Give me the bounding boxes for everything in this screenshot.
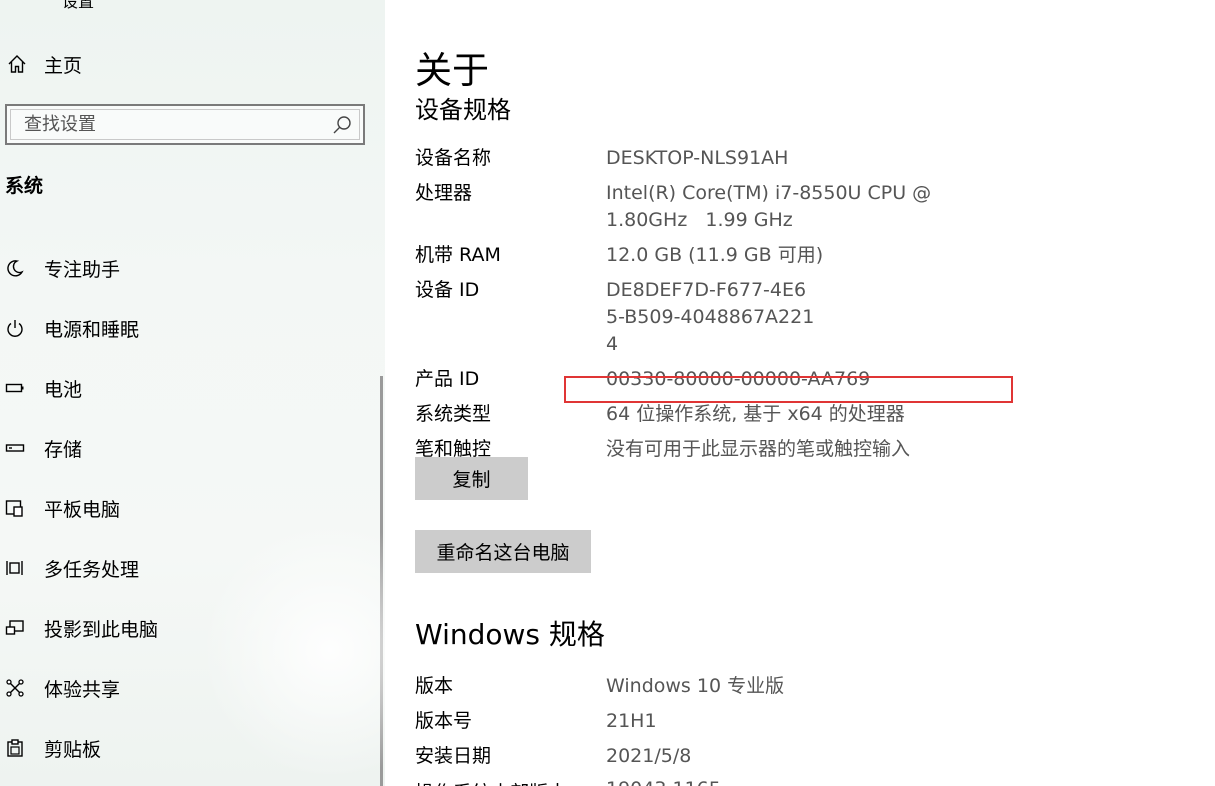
spec-key: 版本: [415, 675, 454, 697]
spec-row-edition: 版本 Windows 10 专业版: [415, 673, 1115, 700]
spec-value: Windows 10 专业版: [606, 675, 785, 697]
project-icon: [4, 617, 26, 639]
sidebar-item-home[interactable]: 主页: [6, 50, 82, 78]
spec-row-processor: 处理器 Intel(R) Core(TM) i7-8550U CPU @ 1.8…: [415, 180, 1115, 234]
sidebar-item-project[interactable]: 投影到此电脑: [0, 598, 380, 658]
spec-key: 设备 ID: [415, 279, 480, 301]
home-icon: [6, 53, 28, 75]
spec-row-install-date: 安装日期 2021/5/8: [415, 743, 1115, 770]
sidebar-item-shared-experiences[interactable]: 体验共享: [0, 658, 380, 718]
spec-value: 64 位操作系统, 基于 x64 的处理器: [606, 403, 905, 425]
sidebar-item-focus-assist[interactable]: 专注助手: [0, 238, 380, 298]
spec-value: 12.0 GB (11.9 GB 可用): [606, 244, 824, 266]
nav-list: 专注助手 电源和睡眠 电池 存储 平板电脑 多任务处理 投影到此电脑 体验共享 …: [0, 238, 380, 778]
windows-specs-heading: Windows 规格: [415, 618, 605, 651]
sidebar-item-tablet[interactable]: 平板电脑: [0, 478, 380, 538]
sidebar-item-label: 存储: [44, 438, 83, 461]
spec-key: 操作系统内部版本: [415, 782, 567, 786]
clipboard-icon: [4, 737, 26, 759]
spec-key: 系统类型: [415, 403, 492, 425]
search-input[interactable]: [24, 114, 331, 135]
settings-window: 设置 主页 系统 专注助手: [0, 0, 1215, 786]
multitask-icon: [4, 557, 26, 579]
share-icon: [4, 677, 26, 699]
sidebar-item-label: 体验共享: [44, 678, 121, 701]
sidebar: 设置 主页 系统 专注助手: [0, 0, 385, 786]
spec-value: Intel(R) Core(TM) i7-8550U CPU @ 1.80GHz…: [606, 182, 938, 231]
spec-value: 00330-80000-00000-AA769: [606, 368, 871, 390]
main-content: 关于 设备规格 设备名称 DESKTOP-NLS91AH 处理器 Intel(R…: [415, 0, 1205, 786]
section-title: 系统: [5, 175, 44, 197]
spec-value: 19043.1165: [606, 778, 721, 786]
spec-row-system-type: 系统类型 64 位操作系统, 基于 x64 的处理器: [415, 401, 1115, 428]
copy-button[interactable]: 复制: [415, 457, 528, 500]
storage-icon: [4, 437, 26, 459]
spec-row-product-id: 产品 ID 00330-80000-00000-AA769: [415, 366, 1115, 393]
spec-key: 机带 RAM: [415, 244, 501, 266]
sidebar-item-label: 专注助手: [44, 258, 121, 281]
spec-row-device-id: 设备 ID DE8DEF7D-F677-4E65-B509-4048867A22…: [415, 277, 1115, 358]
spec-key: 安装日期: [415, 745, 492, 767]
spec-key: 产品 ID: [415, 368, 480, 390]
sidebar-item-label: 剪贴板: [44, 738, 102, 761]
device-specs-table: 设备名称 DESKTOP-NLS91AH 处理器 Intel(R) Core(T…: [415, 145, 1115, 471]
spec-key: 版本号: [415, 710, 473, 732]
app-title: 设置: [62, 0, 95, 11]
sidebar-item-label: 电源和睡眠: [44, 318, 140, 341]
rename-pc-button[interactable]: 重命名这台电脑: [415, 530, 591, 573]
sidebar-item-storage[interactable]: 存储: [0, 418, 380, 478]
spec-value: DESKTOP-NLS91AH: [606, 147, 789, 169]
spec-key: 处理器: [415, 182, 473, 204]
spec-row-device-name: 设备名称 DESKTOP-NLS91AH: [415, 145, 1115, 172]
sidebar-item-label: 平板电脑: [44, 498, 121, 521]
spec-row-version: 版本号 21H1: [415, 708, 1115, 735]
power-icon: [4, 317, 26, 339]
sidebar-item-multitasking[interactable]: 多任务处理: [0, 538, 380, 598]
search-box[interactable]: [5, 104, 365, 145]
battery-icon: [4, 377, 26, 399]
sidebar-item-label: 电池: [44, 378, 83, 401]
sidebar-item-label: 主页: [44, 54, 83, 77]
sidebar-item-power[interactable]: 电源和睡眠: [0, 298, 380, 358]
page-title: 关于: [415, 49, 489, 92]
spec-row-ram: 机带 RAM 12.0 GB (11.9 GB 可用): [415, 242, 1115, 269]
moon-icon: [4, 257, 26, 279]
search-icon[interactable]: [331, 114, 353, 136]
tablet-icon: [4, 497, 26, 519]
search-inner: [10, 109, 360, 140]
spec-value: 2021/5/8: [606, 745, 692, 767]
sidebar-item-label: 投影到此电脑: [44, 618, 159, 641]
sidebar-item-battery[interactable]: 电池: [0, 358, 380, 418]
spec-key: 设备名称: [415, 147, 492, 169]
sidebar-item-label: 多任务处理: [44, 558, 140, 581]
sidebar-item-clipboard[interactable]: 剪贴板: [0, 718, 380, 778]
device-specs-heading: 设备规格: [415, 96, 511, 124]
spec-value: 21H1: [606, 710, 657, 732]
sidebar-scrollbar[interactable]: [380, 376, 383, 786]
spec-value: DE8DEF7D-F677-4E65-B509-4048867A2214: [606, 279, 815, 355]
spec-value: 没有可用于此显示器的笔或触控输入: [606, 438, 911, 460]
windows-specs-table: 版本 Windows 10 专业版 版本号 21H1 安装日期 2021/5/8: [415, 673, 1115, 778]
spec-row-os-build: 操作系统内部版本 19043.1165: [415, 778, 721, 786]
